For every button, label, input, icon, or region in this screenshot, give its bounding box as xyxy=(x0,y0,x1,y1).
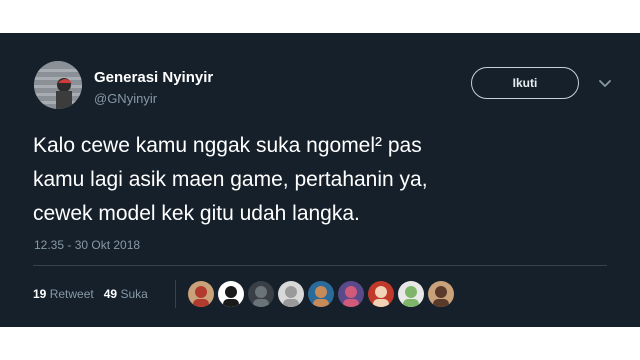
user-handle[interactable]: @GNyinyir xyxy=(94,91,157,106)
liker-avatar[interactable] xyxy=(188,281,214,307)
liker-avatar[interactable] xyxy=(278,281,304,307)
liker-avatar[interactable] xyxy=(368,281,394,307)
avatar-image xyxy=(34,61,82,109)
tweet-stats: 19 Retweet 49 Suka xyxy=(33,286,158,302)
retweet-label: Retweet xyxy=(49,287,94,301)
liker-avatar[interactable] xyxy=(218,281,244,307)
follow-button[interactable]: Ikuti xyxy=(471,67,579,99)
divider xyxy=(33,265,607,266)
liker-avatar[interactable] xyxy=(338,281,364,307)
retweet-stat[interactable]: 19 Retweet xyxy=(33,287,94,301)
user-display-name[interactable]: Generasi Nyinyir xyxy=(94,69,213,86)
liker-avatar[interactable] xyxy=(308,281,334,307)
liker-avatar[interactable] xyxy=(398,281,424,307)
chevron-down-icon[interactable] xyxy=(598,77,612,89)
liker-avatars xyxy=(188,281,458,307)
stats-separator xyxy=(175,280,176,308)
follow-button-label: Ikuti xyxy=(512,76,538,90)
tweet-text: Kalo cewe kamu nggak suka ngomel² pas ka… xyxy=(33,134,428,225)
tweet-card: Generasi Nyinyir @GNyinyir Ikuti Kalo ce… xyxy=(0,33,640,327)
like-stat[interactable]: 49 Suka xyxy=(104,287,148,301)
liker-avatar[interactable] xyxy=(248,281,274,307)
tweet-timestamp[interactable]: 12.35 - 30 Okt 2018 xyxy=(34,238,140,252)
user-avatar[interactable] xyxy=(34,61,82,109)
like-count: 49 xyxy=(103,287,118,301)
liker-avatar[interactable] xyxy=(428,281,454,307)
retweet-count: 19 xyxy=(33,287,47,301)
like-label: Suka xyxy=(120,287,148,301)
